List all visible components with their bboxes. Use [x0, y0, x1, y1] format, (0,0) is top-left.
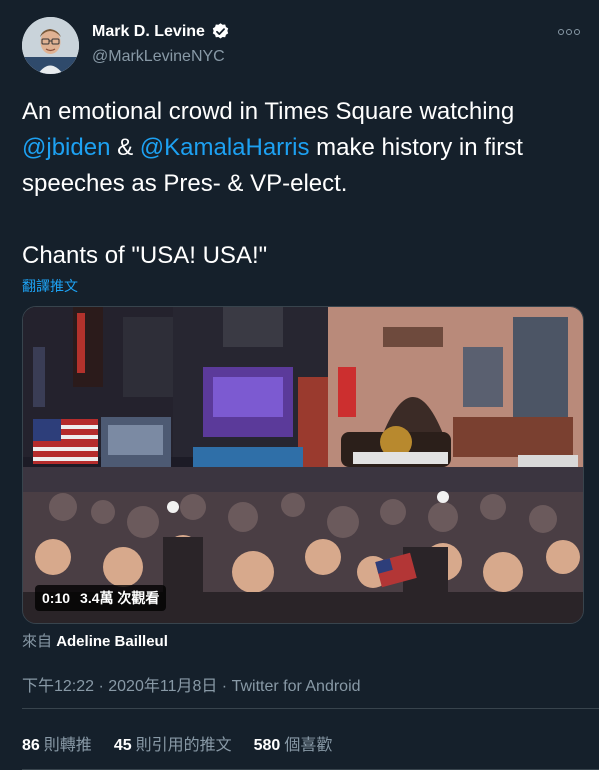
tweet-timestamp[interactable]: 下午12:22 · 2020年11月8日 · Twitter for Andro… — [22, 672, 361, 696]
tweet-text-amp: & — [110, 134, 140, 161]
retweets-stat[interactable]: 86 則轉推 — [22, 731, 92, 755]
tweet: Mark D. Levine @MarkLevineNYC An emotion… — [0, 0, 599, 770]
divider — [22, 708, 599, 709]
source-prefix: 來自 — [22, 633, 53, 650]
mention-kamalaharris[interactable]: @KamalaHarris — [140, 134, 310, 161]
author-name-row[interactable]: Mark D. Levine — [92, 22, 230, 41]
likes-label: 個喜歡 — [284, 737, 333, 754]
mention-jbiden[interactable]: @jbiden — [22, 134, 110, 161]
retweets-count: 86 — [22, 737, 40, 754]
likes-count: 580 — [253, 737, 281, 754]
tweet-text-chants: Chants of "USA! USA!" — [22, 242, 268, 269]
quotes-label: 則引用的推文 — [135, 737, 232, 754]
quotes-count: 45 — [113, 737, 132, 754]
video-duration: 0:10 — [42, 590, 71, 606]
video-thumbnail — [23, 307, 583, 623]
video-views: 3.4萬 次觀看 — [80, 590, 160, 606]
translate-tweet-link[interactable]: 翻譯推文 — [22, 276, 78, 296]
author-name[interactable]: Mark D. Levine — [92, 23, 205, 41]
likes-stat[interactable]: 580 個喜歡 — [254, 731, 333, 755]
avatar[interactable] — [22, 17, 79, 74]
video-source: 來自 Adeline Bailleul — [22, 630, 168, 651]
video-overlay: 0:10 3.4萬 次觀看 — [35, 585, 167, 611]
more-options-icon[interactable] — [557, 22, 581, 42]
source-name[interactable]: Adeline Bailleul — [56, 633, 168, 650]
quotes-stat[interactable]: 45 則引用的推文 — [114, 731, 232, 755]
video-player[interactable]: 0:10 3.4萬 次觀看 — [22, 306, 584, 624]
author-handle[interactable]: @MarkLevineNYC — [92, 48, 225, 66]
engagement-stats: 86 則轉推 45 則引用的推文 580 個喜歡 — [22, 731, 332, 755]
retweets-label: 則轉推 — [43, 737, 92, 754]
verified-badge-icon — [211, 22, 230, 41]
tweet-text: An emotional crowd in Times Square watch… — [22, 94, 582, 274]
tweet-text-start: An emotional crowd in Times Square watch… — [22, 98, 515, 125]
